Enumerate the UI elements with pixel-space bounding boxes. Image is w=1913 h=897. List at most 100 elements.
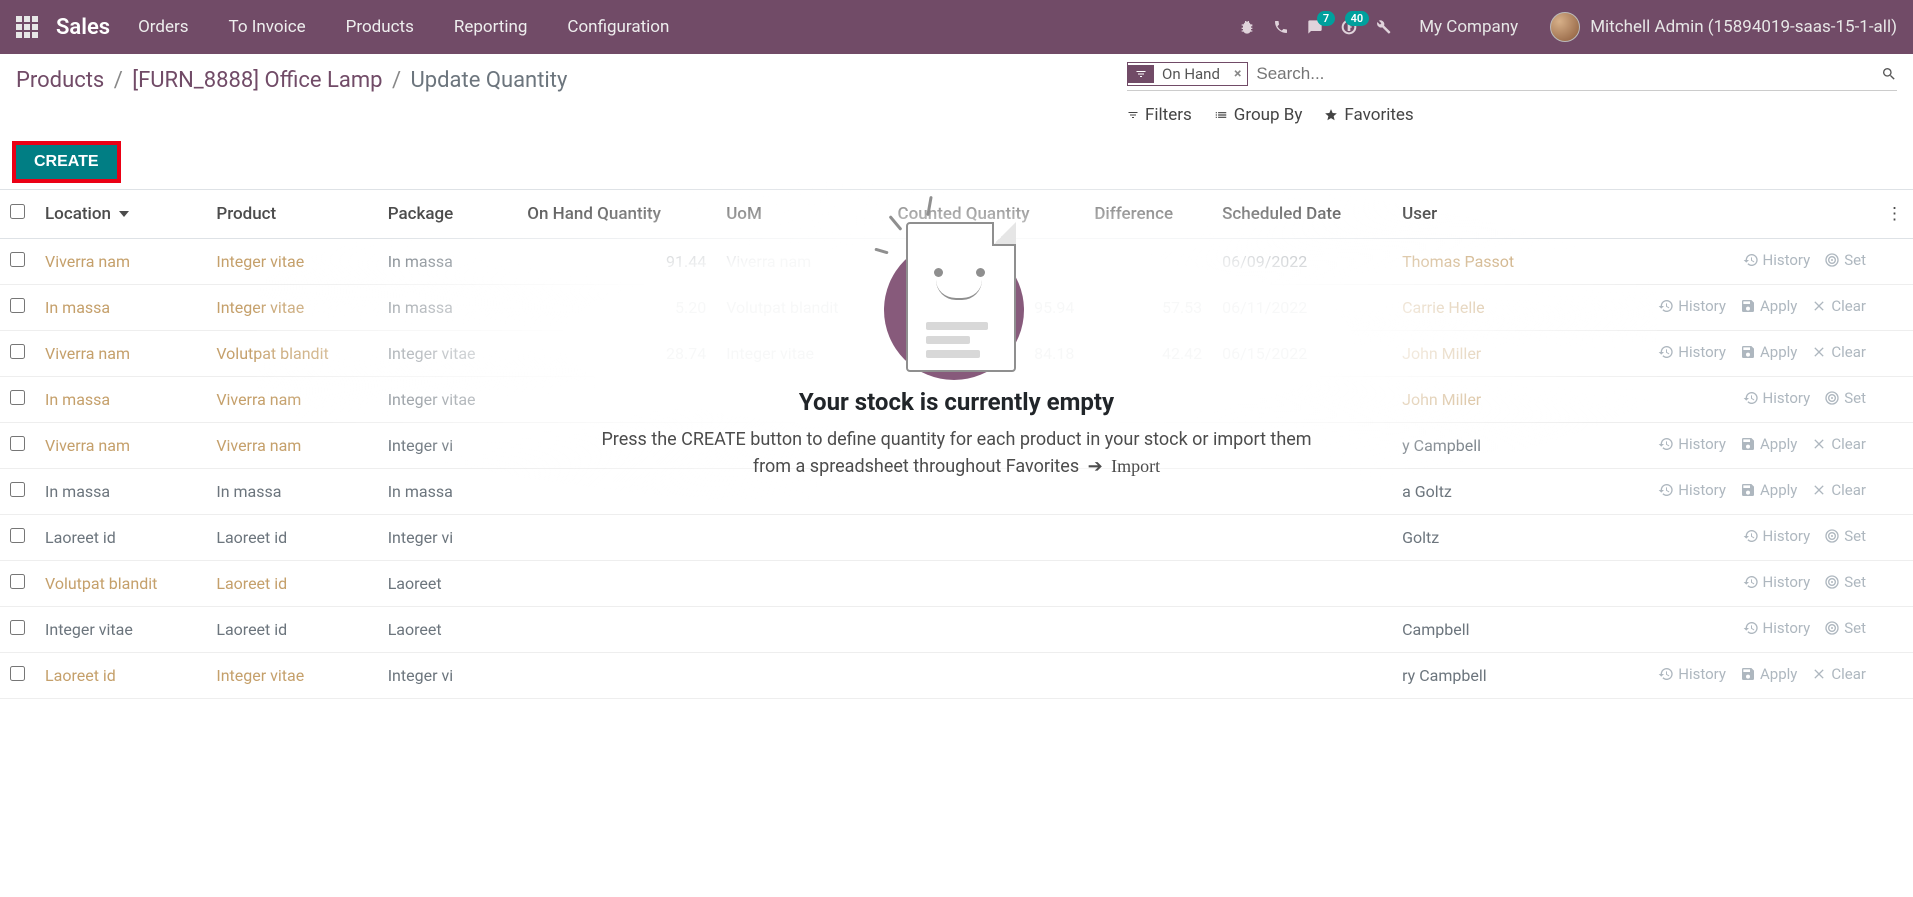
table-row[interactable]: Viverra namViverra namInteger viy Campbe…	[0, 423, 1913, 469]
column-options-icon[interactable]: ⋮	[1876, 190, 1913, 239]
table-row[interactable]: In massaIn massaIn massaa GoltzHistoryAp…	[0, 469, 1913, 515]
history-button[interactable]: History	[1743, 527, 1811, 545]
cell-counted[interactable]	[888, 607, 1085, 653]
table-row[interactable]: Viverra namVolutpat blanditInteger vitae…	[0, 331, 1913, 377]
cell-scheduled[interactable]	[1212, 515, 1392, 561]
cell-product[interactable]: Integer vitae	[206, 285, 377, 331]
groupby-button[interactable]: Group By	[1214, 105, 1303, 125]
col-counted[interactable]: Counted Quantity	[888, 190, 1085, 239]
cell-scheduled[interactable]	[1212, 653, 1392, 699]
cell-location[interactable]: Laoreet id	[35, 515, 206, 561]
set-button[interactable]: Set	[1824, 389, 1866, 407]
clear-button[interactable]: Clear	[1811, 435, 1866, 453]
cell-user[interactable]: John Miller	[1392, 377, 1563, 423]
cell-counted[interactable]	[888, 561, 1085, 607]
breadcrumb-products[interactable]: Products	[16, 68, 104, 93]
menu-to-invoice[interactable]: To Invoice	[229, 17, 306, 37]
set-button[interactable]: Set	[1824, 573, 1866, 591]
row-checkbox[interactable]	[10, 390, 25, 405]
row-checkbox[interactable]	[10, 620, 25, 635]
cell-location[interactable]: In massa	[35, 469, 206, 515]
history-button[interactable]: History	[1658, 435, 1726, 453]
cell-product[interactable]: Laoreet id	[206, 515, 377, 561]
history-button[interactable]: History	[1743, 389, 1811, 407]
cell-scheduled[interactable]	[1212, 561, 1392, 607]
cell-counted[interactable]: 95.94	[888, 285, 1085, 331]
cell-scheduled[interactable]: 06/11/2022	[1212, 285, 1392, 331]
cell-product[interactable]: Laoreet id	[206, 561, 377, 607]
messages-icon[interactable]: 7	[1307, 19, 1323, 35]
history-button[interactable]: History	[1658, 665, 1726, 683]
filters-button[interactable]: Filters	[1127, 105, 1192, 125]
cell-product[interactable]: Volutpat blandit	[206, 331, 377, 377]
clear-button[interactable]: Clear	[1811, 297, 1866, 315]
cell-scheduled[interactable]	[1212, 607, 1392, 653]
set-button[interactable]: Set	[1824, 527, 1866, 545]
history-button[interactable]: History	[1658, 297, 1726, 315]
menu-products[interactable]: Products	[346, 17, 414, 37]
facet-remove-icon[interactable]: ×	[1228, 64, 1247, 84]
menu-configuration[interactable]: Configuration	[567, 17, 669, 37]
cell-scheduled[interactable]: 06/09/2022	[1212, 239, 1392, 285]
create-button[interactable]: CREATE	[16, 145, 117, 179]
row-checkbox[interactable]	[10, 528, 25, 543]
user-menu[interactable]: Mitchell Admin (15894019-saas-15-1-all)	[1550, 12, 1897, 42]
table-row[interactable]: In massaViverra namInteger vitaeJohn Mil…	[0, 377, 1913, 423]
table-row[interactable]: Laoreet idLaoreet idInteger viGoltzHisto…	[0, 515, 1913, 561]
cell-scheduled[interactable]: 06/15/2022	[1212, 331, 1392, 377]
activities-icon[interactable]: 40	[1341, 19, 1357, 35]
history-button[interactable]: History	[1743, 573, 1811, 591]
row-checkbox[interactable]	[10, 252, 25, 267]
cell-location[interactable]: In massa	[35, 285, 206, 331]
cell-counted[interactable]	[888, 515, 1085, 561]
col-package[interactable]: Package	[378, 190, 518, 239]
table-row[interactable]: Laoreet idInteger vitaeInteger viry Camp…	[0, 653, 1913, 699]
tools-icon[interactable]	[1375, 19, 1391, 35]
history-button[interactable]: History	[1658, 481, 1726, 499]
cell-location[interactable]: In massa	[35, 377, 206, 423]
search-icon[interactable]	[1881, 66, 1897, 82]
history-button[interactable]: History	[1658, 343, 1726, 361]
table-row[interactable]: Volutpat blanditLaoreet idLaoreetHistory…	[0, 561, 1913, 607]
cell-product[interactable]: Integer vitae	[206, 653, 377, 699]
apply-button[interactable]: Apply	[1740, 435, 1797, 453]
row-checkbox[interactable]	[10, 436, 25, 451]
menu-reporting[interactable]: Reporting	[454, 17, 528, 37]
row-checkbox[interactable]	[10, 344, 25, 359]
col-scheduled[interactable]: Scheduled Date	[1212, 190, 1392, 239]
col-location[interactable]: Location	[35, 190, 206, 239]
cell-counted[interactable]	[888, 653, 1085, 699]
cell-user[interactable]: y Campbell	[1392, 423, 1563, 469]
phone-icon[interactable]	[1273, 19, 1289, 35]
cell-product[interactable]: Viverra nam	[206, 423, 377, 469]
col-uom[interactable]: UoM	[716, 190, 887, 239]
cell-user[interactable]: ry Campbell	[1392, 653, 1563, 699]
row-checkbox[interactable]	[10, 482, 25, 497]
row-checkbox[interactable]	[10, 574, 25, 589]
cell-product[interactable]: In massa	[206, 469, 377, 515]
cell-counted[interactable]: 84.18	[888, 331, 1085, 377]
cell-scheduled[interactable]	[1212, 469, 1392, 515]
cell-location[interactable]: Viverra nam	[35, 239, 206, 285]
cell-user[interactable]: John Miller	[1392, 331, 1563, 377]
cell-location[interactable]: Viverra nam	[35, 331, 206, 377]
favorites-button[interactable]: Favorites	[1324, 105, 1413, 125]
set-button[interactable]: Set	[1824, 251, 1866, 269]
apply-button[interactable]: Apply	[1740, 297, 1797, 315]
col-onhand[interactable]: On Hand Quantity	[517, 190, 716, 239]
table-row[interactable]: In massaInteger vitaeIn massa5.20Volutpa…	[0, 285, 1913, 331]
set-button[interactable]: Set	[1824, 619, 1866, 637]
app-brand[interactable]: Sales	[56, 15, 110, 40]
cell-user[interactable]: Thomas Passot	[1392, 239, 1563, 285]
col-difference[interactable]: Difference	[1084, 190, 1212, 239]
cell-location[interactable]: Volutpat blandit	[35, 561, 206, 607]
cell-counted[interactable]	[888, 239, 1085, 285]
cell-product[interactable]: Laoreet id	[206, 607, 377, 653]
breadcrumb-product-record[interactable]: [FURN_8888] Office Lamp	[132, 68, 382, 93]
cell-user[interactable]	[1392, 561, 1563, 607]
apply-button[interactable]: Apply	[1740, 343, 1797, 361]
cell-user[interactable]: Campbell	[1392, 607, 1563, 653]
row-checkbox[interactable]	[10, 666, 25, 681]
clear-button[interactable]: Clear	[1811, 481, 1866, 499]
row-checkbox[interactable]	[10, 298, 25, 313]
